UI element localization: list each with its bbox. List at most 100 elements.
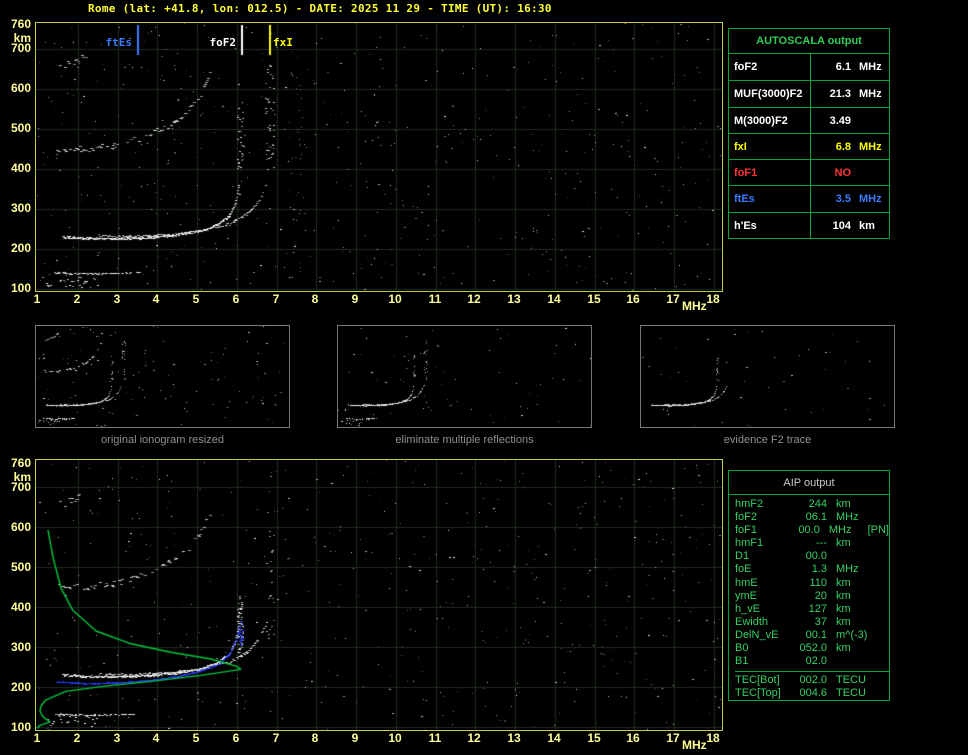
aip-unit: km bbox=[836, 642, 851, 655]
aip-row-ymE: ymE 20 km bbox=[735, 590, 889, 603]
aip-unit: TECU bbox=[836, 687, 866, 700]
aip-unit: km bbox=[836, 498, 851, 510]
aip-value: 002.0 bbox=[799, 674, 827, 687]
autoscala-unit: MHz bbox=[859, 61, 882, 73]
top-x-tick-7: 7 bbox=[272, 292, 280, 306]
aip-row-D1: D1 00.0 bbox=[735, 550, 889, 563]
top-x-tick-3: 3 bbox=[113, 292, 121, 306]
bottom-y-tick-500: 500 bbox=[10, 560, 31, 574]
aip-row-DelN_vE: DelN_vE 00.1 m^(-3) bbox=[735, 629, 889, 642]
bottom-x-tick-11: 11 bbox=[428, 731, 442, 745]
bottom-x-tick-4: 4 bbox=[152, 731, 160, 745]
autoscala-unit: km bbox=[859, 219, 875, 232]
aip-param-label: foE bbox=[735, 563, 752, 576]
bottom-y-tick-300: 300 bbox=[10, 640, 31, 654]
top-x-tick-12: 12 bbox=[467, 292, 481, 306]
top-x-tick-6: 6 bbox=[232, 292, 240, 306]
bottom-x-tick-9: 9 bbox=[351, 731, 359, 745]
aip-row-foF2: foF2 06.1 MHz bbox=[735, 511, 889, 524]
top-x-tick-2: 2 bbox=[73, 292, 81, 306]
autoscala-value: 21.3 bbox=[829, 88, 851, 101]
autoscala-rows: foF2 6.1 MHz MUF(3000)F2 21.3 MHz M(3000)F2 3.4… bbox=[729, 54, 889, 239]
thumbnail-f2-canvas bbox=[641, 326, 894, 427]
aip-value: 00.0 bbox=[798, 524, 820, 537]
x-axis-unit-top: MHz bbox=[682, 299, 707, 313]
thumbnail-original-canvas bbox=[36, 326, 289, 427]
aip-param-label: D1 bbox=[735, 550, 750, 563]
aip-unit: MHz bbox=[828, 524, 852, 537]
top-ionogram-plot bbox=[35, 22, 723, 292]
bottom-y-tick-600: 600 bbox=[10, 520, 31, 534]
aip-param-label: TEC[Bot] bbox=[735, 674, 780, 687]
autoscala-unit: MHz bbox=[859, 88, 882, 101]
marker-label-ftEs: ftEs bbox=[105, 36, 133, 49]
bottom-x-tick-16: 16 bbox=[626, 731, 640, 745]
aip-value: 00.1 bbox=[805, 628, 827, 641]
bottom-y-tick-100: 100 bbox=[10, 720, 31, 734]
top-y-tick-200: 200 bbox=[10, 241, 31, 255]
autoscala-value: 6.1 bbox=[835, 61, 851, 73]
top-x-tick-10: 10 bbox=[388, 292, 402, 306]
bottom-y-tick-700: 700 bbox=[10, 480, 31, 494]
thumbnail-multiples-canvas bbox=[338, 326, 591, 427]
aip-row-Ewidth: Ewidth 37 km bbox=[735, 616, 889, 629]
aip-row-TEC[Top]: TEC[Top] 004.6 TECU bbox=[735, 687, 889, 700]
station-title: Rome (lat: +41.8, lon: 012.5) - DATE: 20… bbox=[88, 2, 552, 15]
top-ionogram-canvas bbox=[36, 23, 722, 291]
autoscala-param-label: foF1 bbox=[729, 160, 811, 186]
aip-param-label: Ewidth bbox=[735, 615, 769, 628]
x-axis-unit-bottom: MHz bbox=[682, 738, 707, 752]
bottom-x-tick-8: 8 bbox=[311, 731, 319, 745]
top-x-tick-14: 14 bbox=[547, 292, 561, 306]
aip-unit: km bbox=[836, 589, 851, 602]
aip-value: 004.6 bbox=[799, 687, 827, 700]
aip-value: 1.3 bbox=[811, 563, 827, 576]
bottom-x-tick-14: 14 bbox=[547, 731, 561, 745]
bottom-x-tick-15: 15 bbox=[587, 731, 601, 745]
autoscala-row-ftEs: ftEs 3.5 MHz bbox=[729, 185, 889, 212]
aip-panel: AIP output hmF2 244 km foF2 06.1 MHz foF1 00.0 M… bbox=[728, 470, 890, 701]
aip-row-B1: B1 02.0 bbox=[735, 655, 889, 668]
autoscala-panel: AUTOSCALA output foF2 6.1 MHz MUF(3000)F2 21… bbox=[728, 28, 890, 240]
autoscala-row-h'Es: h'Es 104 km bbox=[729, 211, 889, 239]
top-x-tick-8: 8 bbox=[311, 292, 319, 306]
top-y-tick-700: 700 bbox=[10, 41, 31, 55]
bottom-y-tick-200: 200 bbox=[10, 680, 31, 694]
autoscala-value: 3.49 bbox=[829, 114, 851, 127]
top-x-tick-4: 4 bbox=[152, 292, 160, 306]
aip-value: 052.0 bbox=[799, 642, 827, 655]
bottom-x-tick-7: 7 bbox=[272, 731, 280, 745]
bottom-x-tick-1: 1 bbox=[33, 731, 41, 745]
autoscala-row-foF1: foF1 NO bbox=[729, 159, 889, 186]
aip-value: --- bbox=[816, 537, 827, 550]
thumbnail-f2-trace bbox=[640, 325, 895, 428]
autoscala-value: 6.8 bbox=[835, 140, 851, 153]
aip-row-hmF2: hmF2 244 km bbox=[735, 498, 889, 511]
top-y-tick-500: 500 bbox=[10, 121, 31, 135]
aip-unit: MHz bbox=[836, 511, 859, 524]
top-y-tick-600: 600 bbox=[10, 81, 31, 95]
aip-value: 00.0 bbox=[805, 550, 827, 563]
thumbnail-original-ionogram bbox=[35, 325, 290, 428]
autoscala-value: 104 bbox=[832, 219, 851, 232]
bottom-y-tick-760: 760 bbox=[10, 456, 31, 470]
autoscala-param-label: ftEs bbox=[729, 186, 811, 212]
marker-label-fxI: fxI bbox=[273, 36, 293, 49]
bottom-x-tick-17: 17 bbox=[666, 731, 680, 745]
aip-unit: km bbox=[836, 602, 851, 615]
thumbnail-caption-1: original ionogram resized bbox=[101, 434, 224, 446]
aip-param-label: B0 bbox=[735, 642, 749, 655]
top-x-tick-11: 11 bbox=[428, 292, 442, 306]
bottom-x-tick-10: 10 bbox=[388, 731, 402, 745]
aip-param-label: TEC[Top] bbox=[735, 687, 781, 700]
bottom-y-tick-400: 400 bbox=[10, 600, 31, 614]
top-x-tick-13: 13 bbox=[507, 292, 521, 306]
autoscala-unit bbox=[851, 160, 859, 185]
thumbnail-multiple-reflections bbox=[337, 325, 592, 428]
aip-param-label: DelN_vE bbox=[735, 628, 779, 641]
autoscala-row-M(3000)F2: M(3000)F2 3.49 bbox=[729, 106, 889, 133]
bottom-x-tick-6: 6 bbox=[232, 731, 240, 745]
autoscala-value: 3.5 bbox=[835, 193, 851, 206]
bottom-x-tick-12: 12 bbox=[467, 731, 481, 745]
aip-rows: hmF2 244 km foF2 06.1 MHz foF1 00.0 MHz [PN] hmF1-… bbox=[735, 498, 889, 668]
